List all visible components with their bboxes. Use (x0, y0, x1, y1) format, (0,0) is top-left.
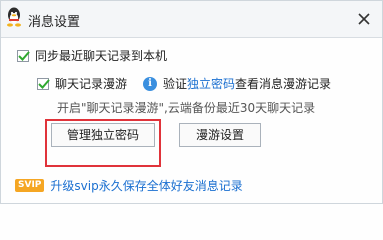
roaming-label[interactable]: 聊天记录漫游 (55, 75, 127, 92)
info-icon: i (143, 76, 158, 91)
roaming-hint-text: 开启"聊天记录漫游",云端备份最近30天聊天记录 (57, 101, 316, 115)
svip-promo-row: SVIP 升级svip永久保存全体好友消息记录 (15, 177, 243, 194)
verify-suffix: 查看消息漫游记录 (235, 77, 332, 91)
roaming-settings-button[interactable]: 漫游设置 (179, 123, 261, 147)
close-button[interactable] (354, 9, 374, 29)
message-settings-window: 消息设置 同步最近聊天记录到本机 聊天记录漫游 i 验证 独立密码 查看消息漫游… (0, 0, 383, 204)
verify-prefix: 验证 (163, 77, 188, 91)
title-bar: 消息设置 (1, 1, 382, 38)
sync-option-row: 同步最近聊天记录到本机 (17, 47, 167, 64)
roaming-option-row: 聊天记录漫游 i 验证 独立密码 查看消息漫游记录 (37, 75, 331, 92)
svip-badge: SVIP (15, 179, 45, 192)
checkmark-icon (18, 50, 30, 61)
roaming-checkbox[interactable] (37, 77, 50, 90)
sync-checkbox[interactable] (17, 49, 30, 62)
svip-upgrade-link[interactable]: 升级svip永久保存全体好友消息记录 (50, 177, 242, 194)
window-title: 消息设置 (28, 15, 81, 30)
roaming-hint: 开启"聊天记录漫游",云端备份最近30天聊天记录 (57, 99, 315, 116)
independent-password-link[interactable]: 独立密码 (187, 75, 235, 92)
close-icon[interactable] (354, 9, 374, 29)
highlight-annotation (45, 119, 161, 167)
checkmark-icon (38, 78, 50, 89)
qq-penguin-icon (5, 6, 23, 30)
sync-label[interactable]: 同步最近聊天记录到本机 (35, 47, 167, 64)
